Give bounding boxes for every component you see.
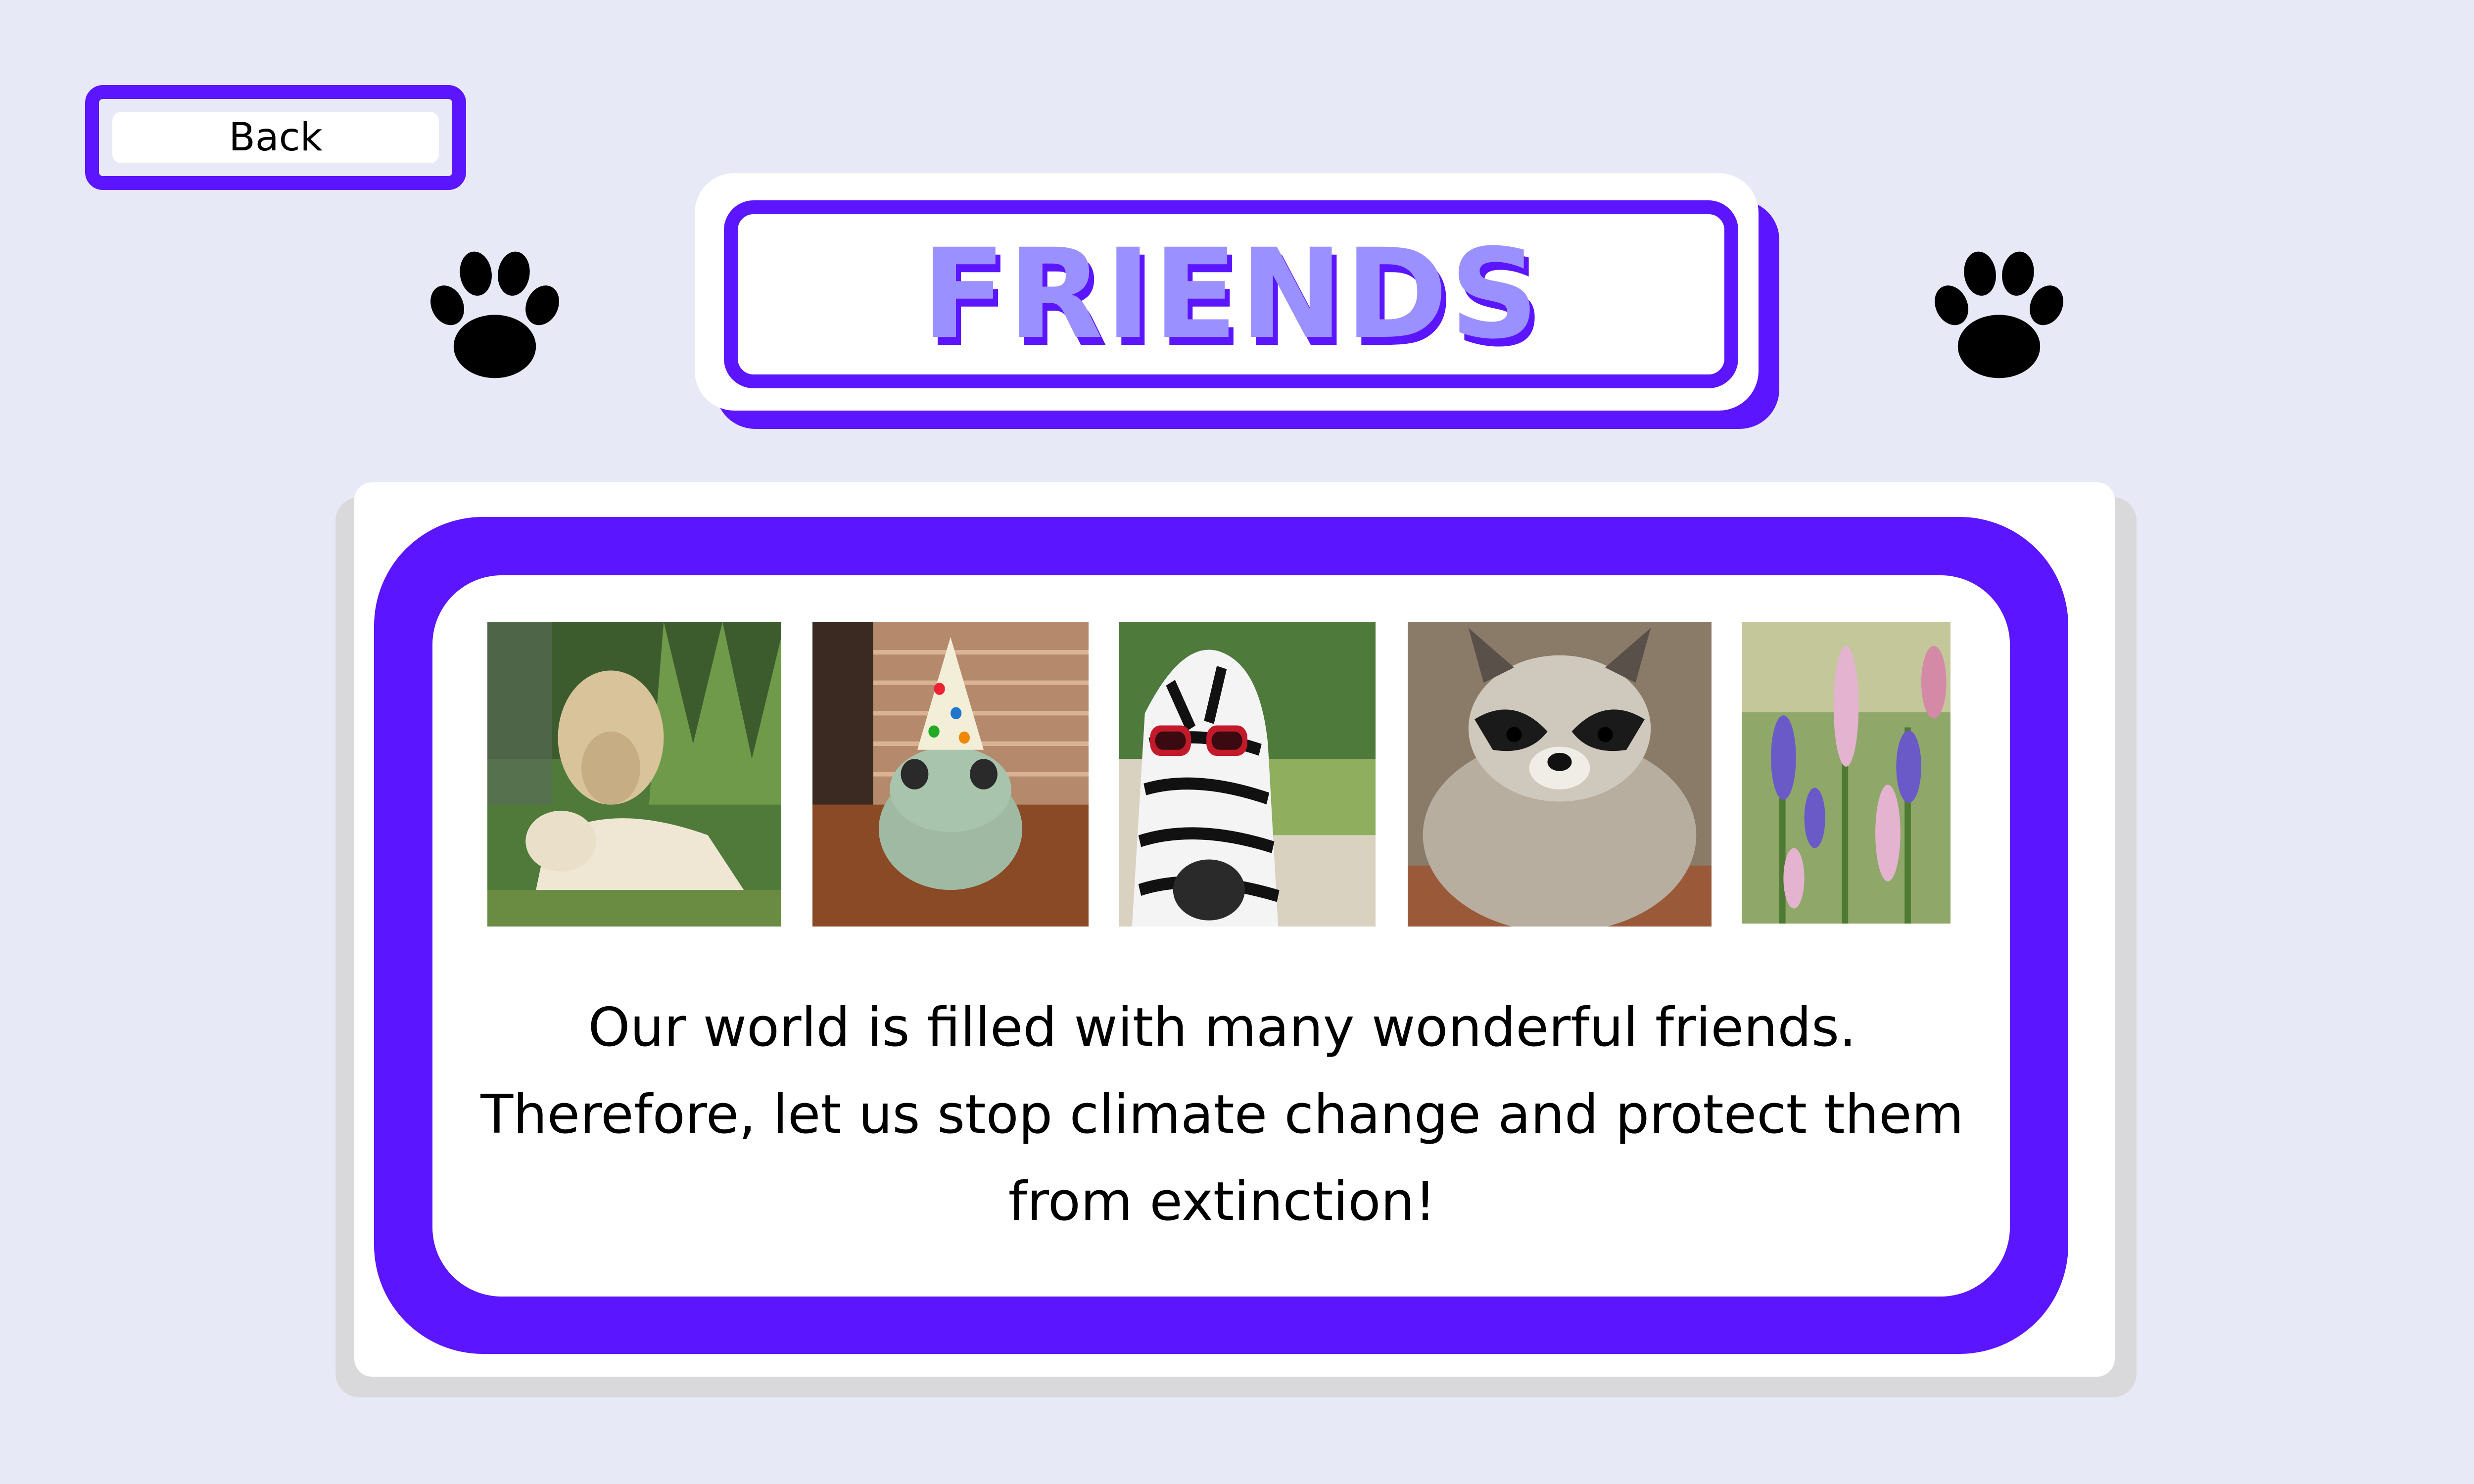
page-title: FRIENDS — [921, 222, 1541, 366]
photo-zebra — [1119, 622, 1376, 927]
title-box: FRIENDS — [724, 200, 1738, 388]
message-line-3: from extinction! — [1008, 1171, 1436, 1233]
photo-flowers — [1742, 622, 1951, 924]
photo-frog — [812, 622, 1089, 927]
photo-lion — [487, 622, 781, 927]
message-text: Our world is filled with many wonderful … — [475, 984, 1969, 1246]
message-line-2: Therefore, let us stop climate change an… — [480, 1084, 1964, 1146]
message-line-1: Our world is filled with many wonderful … — [588, 997, 1856, 1059]
friends-page: Back FRIENDS Our world is filled with ma… — [0, 0, 2474, 1484]
paw-print-icon — [430, 251, 559, 378]
back-button[interactable]: Back — [85, 85, 466, 190]
photo-raccoon — [1408, 622, 1712, 927]
paw-print-icon — [1935, 251, 2063, 378]
back-button-label: Back — [112, 112, 439, 163]
